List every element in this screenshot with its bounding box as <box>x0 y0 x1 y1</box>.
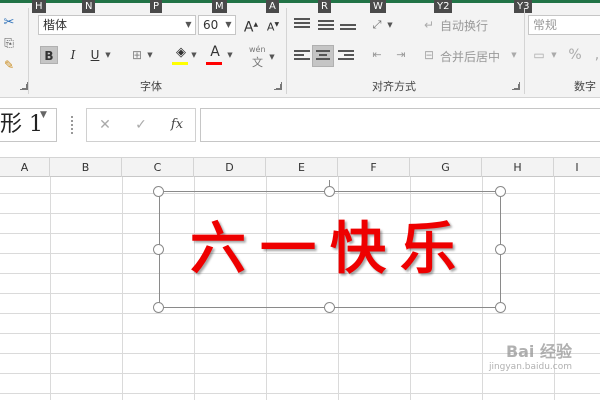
font-group-label: 字体 <box>140 80 162 93</box>
text-box-shape[interactable]: 六一快乐 <box>159 191 501 308</box>
column-header-i[interactable]: I <box>554 158 600 177</box>
ribbon: H N P M A R W Y2 Y3 ✂ ⎘ ✎ 楷体 ▼ 60 ▼ A▲ A… <box>0 0 600 98</box>
align-left-icon[interactable] <box>294 50 310 64</box>
align-bottom-icon[interactable] <box>340 24 356 38</box>
chevron-down-icon[interactable]: ▼ <box>104 46 112 64</box>
align-center-button[interactable] <box>312 45 334 67</box>
resize-handle-left[interactable] <box>153 244 164 255</box>
formula-bar: 形 1 ▼ ✕ ✓ fx <box>0 98 600 158</box>
watermark-main: Bai 经验 <box>505 342 572 361</box>
column-header-g[interactable]: G <box>410 158 482 177</box>
comma-style-button[interactable]: , <box>588 46 600 64</box>
group-divider <box>286 8 287 94</box>
name-box[interactable]: 形 1 <box>0 108 57 142</box>
merge-center-icon[interactable]: ⊟ <box>420 46 438 64</box>
merge-center-button[interactable]: 合并后居中 <box>440 48 500 65</box>
fill-color-icon[interactable]: ◈ <box>172 44 190 62</box>
chevron-down-icon[interactable]: ▼ <box>268 48 276 66</box>
format-painter-icon[interactable]: ✎ <box>0 56 18 74</box>
phonetic-label: wén <box>249 45 266 54</box>
chevron-down-icon[interactable]: ▼ <box>510 46 518 64</box>
column-headers: A B C D E F G H I <box>0 158 600 177</box>
watermark-logo: Bai 经验 jingyan.baidu.com <box>462 338 572 386</box>
column-header-a[interactable]: A <box>0 158 50 177</box>
font-name-value: 楷体 <box>43 18 68 32</box>
number-format-combo[interactable]: 常规 <box>528 15 600 35</box>
resize-handle-top-right[interactable] <box>495 186 506 197</box>
font-size-combo[interactable]: 60 ▼ <box>198 15 236 35</box>
alignment-launcher-icon[interactable] <box>512 82 520 90</box>
cut-icon[interactable]: ✂ <box>0 14 18 32</box>
font-size-value: 60 <box>203 18 219 32</box>
chevron-down-icon[interactable]: ▼ <box>146 46 154 64</box>
group-divider <box>28 8 29 94</box>
resize-handle-top-left[interactable] <box>153 186 164 197</box>
align-top-icon[interactable] <box>294 18 310 32</box>
keytip-a: A <box>266 0 279 13</box>
resize-handle-bottom-right[interactable] <box>495 302 506 313</box>
keytip-m: M <box>212 0 227 13</box>
formula-buttons: ✕ ✓ fx <box>86 108 196 142</box>
keytip-n: N <box>82 0 96 13</box>
underline-button[interactable]: U <box>86 46 104 64</box>
wrap-text-button[interactable]: 自动换行 <box>440 17 488 34</box>
chevron-down-icon[interactable]: ▼ <box>190 46 198 64</box>
chevron-down-icon[interactable]: ▼ <box>386 16 394 34</box>
increase-indent-icon[interactable]: ⇥ <box>392 46 410 64</box>
number-group-label: 数字 <box>574 80 596 93</box>
percent-button[interactable]: % <box>566 46 584 64</box>
shrink-font-button[interactable]: A▼ <box>264 16 282 34</box>
chevron-down-icon[interactable]: ▼ <box>550 46 558 64</box>
copy-icon[interactable]: ⎘ <box>0 34 18 52</box>
alignment-group-label: 对齐方式 <box>372 80 416 93</box>
orientation-icon[interactable]: ⤢ <box>368 16 386 34</box>
column-header-h[interactable]: H <box>482 158 554 177</box>
column-header-f[interactable]: F <box>338 158 410 177</box>
keytip-h: H <box>32 0 46 13</box>
enter-icon[interactable]: ✓ <box>131 115 151 135</box>
italic-button[interactable]: I <box>64 46 82 64</box>
clipboard-launcher-icon[interactable] <box>20 82 28 90</box>
font-color-icon[interactable]: A <box>206 43 224 61</box>
align-center-icon <box>316 50 332 64</box>
resize-handle-right[interactable] <box>495 244 506 255</box>
keytip-p: P <box>150 0 163 13</box>
align-right-icon[interactable] <box>338 50 354 64</box>
number-format-value: 常规 <box>533 18 558 32</box>
formula-input[interactable] <box>200 108 600 142</box>
resize-handle-bottom[interactable] <box>324 302 335 313</box>
keytip-r: R <box>318 0 331 13</box>
phonetic-button[interactable]: 文 <box>252 54 263 70</box>
fill-color-swatch <box>172 62 188 65</box>
text-box-content[interactable]: 六一快乐 <box>160 192 500 307</box>
column-header-d[interactable]: D <box>194 158 266 177</box>
group-divider <box>524 8 525 94</box>
resize-handle-bottom-left[interactable] <box>153 302 164 313</box>
column-header-b[interactable]: B <box>50 158 122 177</box>
chevron-down-icon[interactable]: ▼ <box>40 110 47 120</box>
resize-handle-icon[interactable] <box>71 116 74 134</box>
chevron-down-icon[interactable]: ▼ <box>182 16 195 34</box>
wrap-text-icon[interactable]: ↵ <box>420 16 438 34</box>
column-header-c[interactable]: C <box>122 158 194 177</box>
bold-button[interactable]: B <box>40 46 58 64</box>
font-name-combo[interactable]: 楷体 ▼ <box>38 15 196 35</box>
resize-handle-top[interactable] <box>324 186 335 197</box>
align-middle-icon[interactable] <box>318 20 334 34</box>
chevron-down-icon[interactable]: ▼ <box>222 16 235 34</box>
decrease-indent-icon[interactable]: ⇤ <box>368 46 386 64</box>
keytip-y2: Y2 <box>434 0 453 13</box>
watermark-sub: jingyan.baidu.com <box>488 362 572 372</box>
chevron-down-icon[interactable]: ▼ <box>226 46 234 64</box>
font-launcher-icon[interactable] <box>274 82 282 90</box>
borders-icon[interactable]: ⊞ <box>128 46 146 64</box>
keytip-w: W <box>370 0 386 13</box>
column-header-e[interactable]: E <box>266 158 338 177</box>
accounting-format-icon[interactable]: ▭ <box>530 46 548 64</box>
cancel-icon[interactable]: ✕ <box>95 115 115 135</box>
grow-font-button[interactable]: A▲ <box>242 16 260 36</box>
insert-function-button[interactable]: fx <box>167 115 187 135</box>
font-color-swatch <box>206 62 222 65</box>
